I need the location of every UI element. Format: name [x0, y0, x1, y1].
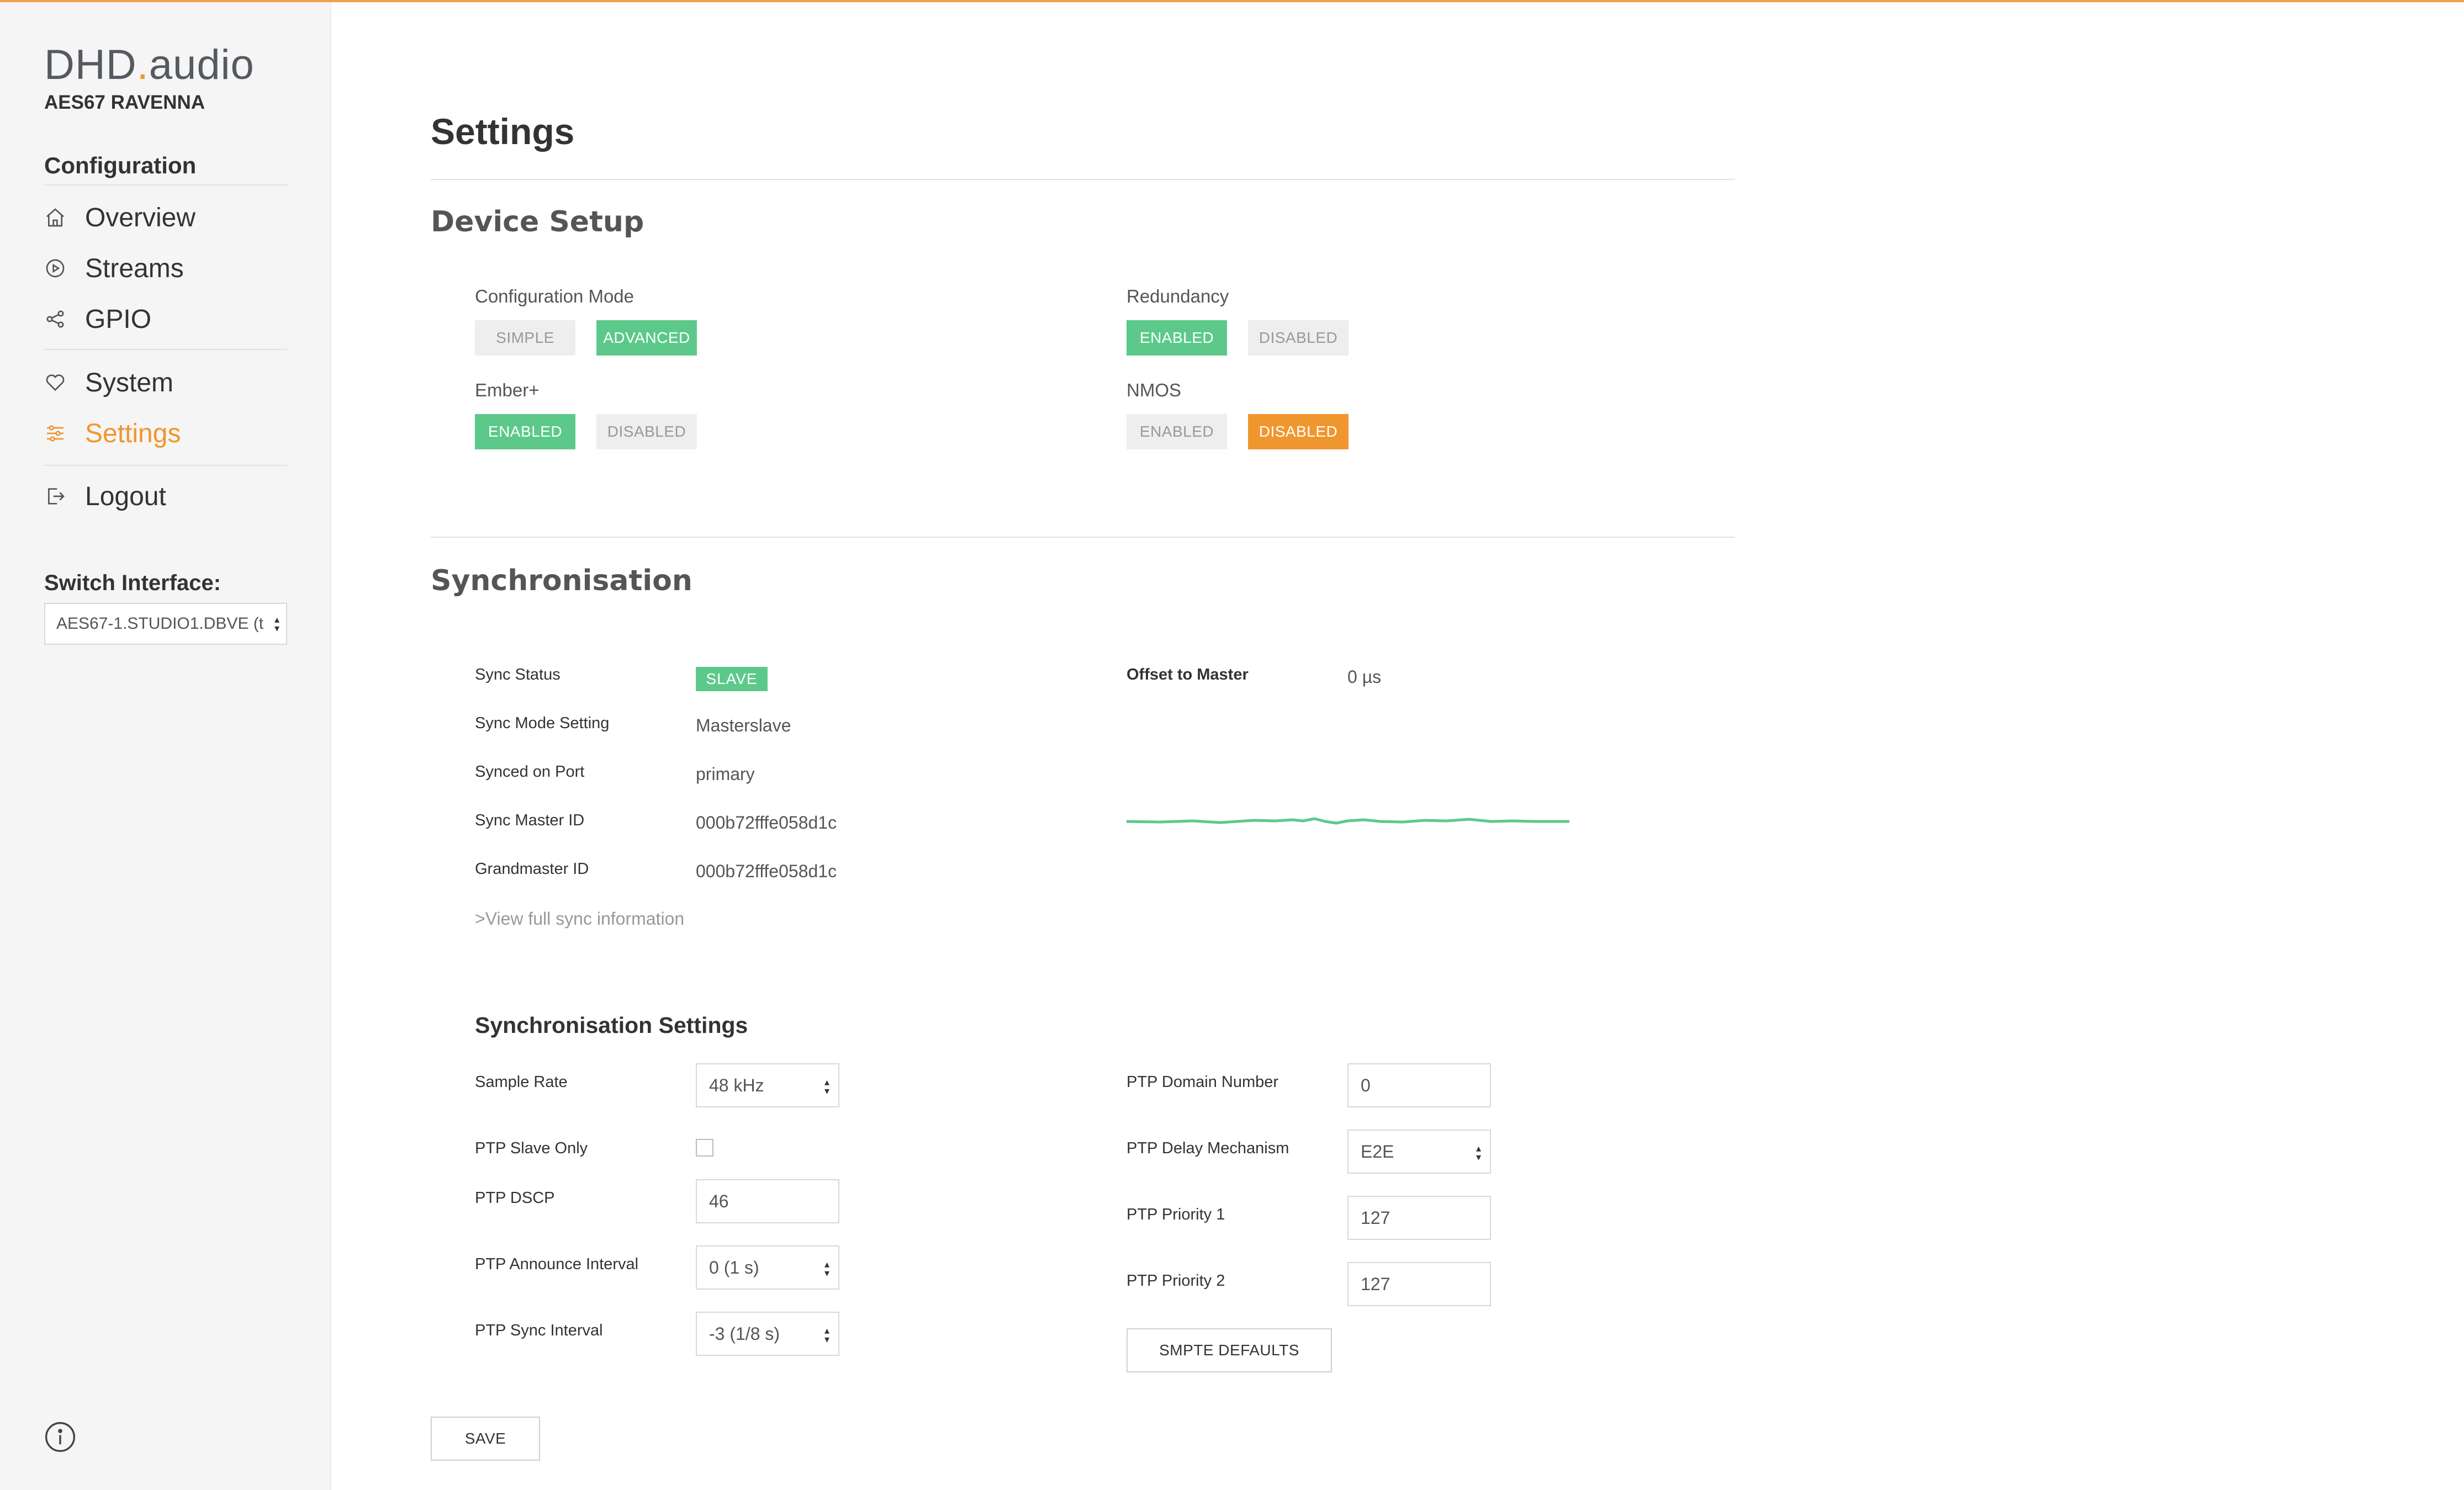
ptp-priority-2-value: 127: [1361, 1274, 1390, 1294]
ptp-sync-interval-value: -3 (1/8 s): [709, 1323, 780, 1344]
play-circle-icon: [44, 257, 66, 279]
config-mode-advanced-button[interactable]: ADVANCED: [596, 320, 697, 356]
ptp-delay-mechanism-select[interactable]: E2E ▴ ▾: [1347, 1130, 1491, 1174]
switch-interface-select[interactable]: AES67-1.STUDIO1.DBVE (t ▴ ▾: [44, 603, 287, 645]
sync-mode-label: Sync Mode Setting: [475, 714, 610, 732]
ptp-sync-interval-label: PTP Sync Interval: [475, 1322, 603, 1339]
nmos-disabled-button[interactable]: DISABLED: [1248, 414, 1349, 449]
sidebar-item-label: Overview: [85, 203, 196, 232]
ptp-delay-mechanism-value: E2E: [1361, 1141, 1394, 1162]
nmos-enabled-button[interactable]: ENABLED: [1127, 414, 1227, 449]
synced-port-label: Synced on Port: [475, 763, 585, 781]
title-divider: [431, 179, 1735, 180]
sidebar-divider: [44, 349, 287, 350]
sync-mode-value: Masterslave: [696, 715, 791, 735]
ptp-sync-interval-select[interactable]: -3 (1/8 s) ▴ ▾: [696, 1312, 839, 1356]
view-full-sync-link[interactable]: >View full sync information: [475, 909, 684, 929]
logo-main: DHD: [44, 41, 137, 88]
ptp-domain-input[interactable]: 0: [1347, 1063, 1491, 1107]
configuration-mode-label: Configuration Mode: [475, 286, 634, 306]
sync-master-id-value: 000b72fffe058d1c: [696, 813, 837, 833]
sample-rate-select[interactable]: 48 kHz ▴ ▾: [696, 1063, 839, 1107]
share-icon: [44, 308, 66, 330]
select-arrows-icon: ▴ ▾: [824, 1325, 829, 1345]
sync-status-badge: SLAVE: [696, 667, 768, 691]
ptp-slave-only-label: PTP Slave Only: [475, 1139, 588, 1157]
ptp-priority-2-input[interactable]: 127: [1347, 1262, 1491, 1306]
sidebar-divider: [44, 465, 287, 466]
ptp-priority-2-label: PTP Priority 2: [1127, 1272, 1225, 1290]
sliders-icon: [44, 422, 66, 444]
logout-icon: [44, 485, 66, 507]
ptp-dscp-value: 46: [709, 1191, 729, 1211]
ptp-slave-only-checkbox[interactable]: [696, 1139, 713, 1157]
ptp-dscp-label: PTP DSCP: [475, 1189, 555, 1207]
select-arrows-icon: ▴ ▾: [824, 1259, 829, 1279]
ptp-priority-1-input[interactable]: 127: [1347, 1196, 1491, 1240]
home-icon: [44, 206, 66, 229]
info-icon[interactable]: [44, 1421, 76, 1453]
redundancy-label: Redundancy: [1127, 286, 1229, 306]
select-arrows-icon: ▴ ▾: [274, 614, 279, 634]
sidebar-item-label: Streams: [85, 253, 184, 283]
sidebar-item-streams[interactable]: Streams: [44, 249, 184, 288]
sync-status-label: Sync Status: [475, 666, 561, 683]
top-accent-line: [0, 0, 2464, 2]
config-mode-simple-button[interactable]: SIMPLE: [475, 320, 575, 356]
sidebar: DHD.audio AES67 RAVENNA Configuration Ov…: [0, 2, 331, 1490]
redundancy-disabled-button[interactable]: DISABLED: [1248, 320, 1349, 356]
sample-rate-label: Sample Rate: [475, 1073, 568, 1091]
ember-label: Ember+: [475, 380, 540, 400]
logo: DHD.audio: [44, 44, 255, 86]
ember-disabled-button[interactable]: DISABLED: [596, 414, 697, 449]
sidebar-item-label: System: [85, 368, 174, 397]
sync-master-id-label: Sync Master ID: [475, 812, 585, 829]
ptp-dscp-input[interactable]: 46: [696, 1179, 839, 1223]
select-arrows-icon: ▴ ▾: [1476, 1143, 1481, 1163]
redundancy-enabled-button[interactable]: ENABLED: [1127, 320, 1227, 356]
ptp-announce-interval-select[interactable]: 0 (1 s) ▴ ▾: [696, 1245, 839, 1290]
sync-settings-heading: Synchronisation Settings: [475, 1012, 748, 1038]
switch-interface-value: AES67-1.STUDIO1.DBVE (t: [56, 614, 264, 633]
logo-suffix: audio: [149, 41, 255, 88]
synchronisation-heading: Synchronisation: [431, 564, 692, 597]
ptp-priority-1-value: 127: [1361, 1207, 1390, 1228]
sidebar-item-label: Logout: [85, 481, 166, 511]
sidebar-item-settings[interactable]: Settings: [44, 414, 181, 453]
ptp-announce-interval-value: 0 (1 s): [709, 1257, 759, 1277]
nmos-label: NMOS: [1127, 380, 1181, 400]
ptp-priority-1-label: PTP Priority 1: [1127, 1206, 1225, 1223]
ptp-delay-mechanism-label: PTP Delay Mechanism: [1127, 1139, 1289, 1157]
grandmaster-id-label: Grandmaster ID: [475, 860, 589, 878]
offset-sparkline-line: [1127, 817, 1569, 825]
ptp-announce-interval-label: PTP Announce Interval: [475, 1255, 639, 1273]
ember-enabled-button[interactable]: ENABLED: [475, 414, 575, 449]
select-arrows-icon: ▴ ▾: [824, 1077, 829, 1096]
sidebar-item-label: GPIO: [85, 304, 152, 334]
sidebar-item-gpio[interactable]: GPIO: [44, 300, 151, 338]
sidebar-item-logout[interactable]: Logout: [44, 477, 166, 516]
grandmaster-id-value: 000b72fffe058d1c: [696, 861, 837, 881]
save-button[interactable]: SAVE: [431, 1417, 540, 1461]
sample-rate-value: 48 kHz: [709, 1075, 764, 1095]
product-subtitle: AES67 RAVENNA: [44, 92, 205, 113]
offset-to-master-value: 0 µs: [1347, 667, 1382, 687]
offset-to-master-label: Offset to Master: [1127, 666, 1249, 683]
offset-sparkline: [1127, 817, 1569, 825]
sidebar-item-label: Settings: [85, 418, 181, 448]
ptp-domain-value: 0: [1361, 1075, 1371, 1095]
smpte-defaults-button[interactable]: SMPTE DEFAULTS: [1127, 1328, 1332, 1372]
sidebar-divider: [44, 184, 287, 185]
sidebar-item-system[interactable]: System: [44, 363, 173, 402]
ptp-domain-label: PTP Domain Number: [1127, 1073, 1279, 1091]
sidebar-section-title: Configuration: [44, 152, 197, 178]
page-title: Settings: [431, 111, 575, 152]
logo-dot: .: [136, 41, 149, 88]
sidebar-item-overview[interactable]: Overview: [44, 198, 195, 237]
heart-icon: [44, 372, 66, 394]
section-divider: [431, 537, 1735, 538]
switch-interface-title: Switch Interface:: [44, 571, 221, 595]
device-setup-heading: Device Setup: [431, 205, 644, 238]
synced-port-value: primary: [696, 764, 755, 784]
